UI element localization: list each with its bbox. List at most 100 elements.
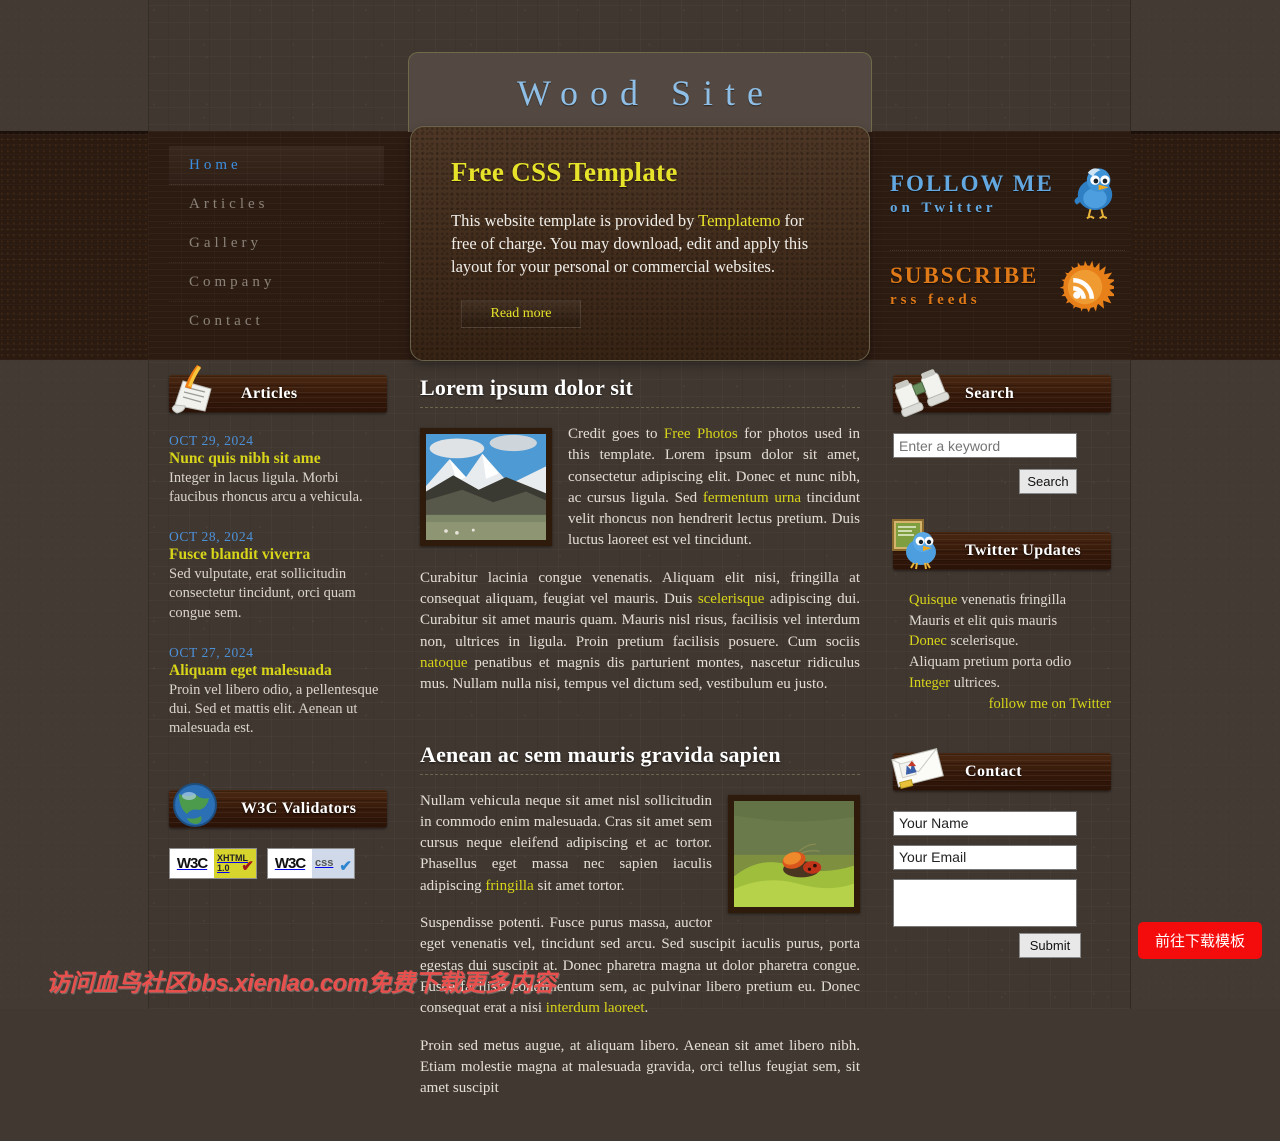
quill-scroll-icon xyxy=(171,365,212,414)
contact-message-field[interactable] xyxy=(893,878,1077,927)
w3c-css-label: css ✔ xyxy=(312,849,354,878)
post-1-p1a: Credit goes to xyxy=(568,426,664,442)
contact-email-field[interactable] xyxy=(893,844,1077,870)
rss-feed-icon xyxy=(1059,259,1114,313)
templatemo-link[interactable]: Templatemo xyxy=(698,211,780,230)
article-title-link[interactable]: Aliquam eget malesuada xyxy=(169,662,332,679)
feature-box: Free CSS Template This website template … xyxy=(410,126,870,361)
right-sidebar: Search Search Twitter Updates Quisqu xyxy=(891,369,1111,958)
feature-heading: Free CSS Template xyxy=(451,157,678,187)
site-title-panel: Wood Site xyxy=(408,52,872,132)
article-list-item[interactable]: OCT 27, 2024 Aliquam eget malesuada Proi… xyxy=(169,645,387,738)
fringilla-link[interactable]: fringilla xyxy=(485,878,533,894)
mountain-landscape-photo xyxy=(420,428,552,546)
twitter-update-link[interactable]: Donec xyxy=(909,633,947,649)
w3c-xhtml-line2: 1.0 xyxy=(217,862,230,873)
post-1-heading: Lorem ipsum dolor sit xyxy=(420,375,634,400)
contact-name-field[interactable] xyxy=(893,810,1077,836)
twitter-update-link[interactable]: Quisque xyxy=(909,592,957,608)
fermentum-urna-link[interactable]: fermentum urna xyxy=(703,490,801,506)
natoque-link[interactable]: natoque xyxy=(420,655,467,671)
nav-item-articles[interactable]: Articles xyxy=(169,185,384,224)
twitter-update-item: Mauris et elit quis mauris xyxy=(909,611,1111,632)
nav-item-company[interactable]: Company xyxy=(169,263,384,302)
subscribe-block[interactable]: SUBSCRIBE rss feeds xyxy=(890,259,1125,313)
article-title-link[interactable]: Fusce blandit viverra xyxy=(169,546,310,563)
twitter-update-item: Quisque venenatis fringilla xyxy=(909,590,1111,611)
article-title[interactable]: Nunc quis nibh sit ame xyxy=(169,450,387,468)
contact-submit-button[interactable]: Submit xyxy=(1019,932,1081,958)
nav-item-gallery[interactable]: Gallery xyxy=(169,224,384,263)
twitter-update-text: ultrices. xyxy=(950,674,1000,691)
twitter-update-link[interactable]: Integer xyxy=(909,675,950,691)
site-title: Wood Site xyxy=(516,72,776,113)
twitter-update-item: Donec scelerisque. xyxy=(909,631,1111,652)
w3c-xhtml-label: XHTML 1.0 ✔ xyxy=(214,849,256,878)
twitter-follow-row: follow me on Twitter xyxy=(893,695,1111,713)
validator-badges: W3C XHTML 1.0 ✔ W3C css ✔ xyxy=(169,848,387,879)
article-title[interactable]: Aliquam eget malesuada xyxy=(169,662,387,680)
nav-item-home[interactable]: Home xyxy=(169,146,384,185)
nav-item-contact[interactable]: Contact xyxy=(169,302,384,341)
watermark-text: 访问血鸟社区bbs.xienIao.com免费下载更多内容 xyxy=(46,970,556,997)
post-1-paragraph-2: Curabitur lacinia congue venenatis. Aliq… xyxy=(420,568,860,696)
w3c-mark: W3C xyxy=(268,849,312,878)
article-date: OCT 27, 2024 xyxy=(169,644,254,660)
twitter-bird-board-icon xyxy=(892,519,936,570)
follow-me-block[interactable]: FOLLOW ME on Twitter xyxy=(890,168,1125,220)
twitter-bird-icon xyxy=(1074,168,1113,220)
search-input[interactable] xyxy=(893,433,1077,458)
article-list-item[interactable]: OCT 28, 2024 Fusce blandit viverra Sed v… xyxy=(169,529,387,622)
main-navigation[interactable]: Home Articles Gallery Company Contact xyxy=(169,146,384,341)
articles-widget-header: Articles xyxy=(169,365,387,414)
article-date: OCT 29, 2024 xyxy=(169,433,254,448)
twitter-update-text: Aliquam pretium porta odio xyxy=(909,654,1072,671)
w3c-css-line1: css xyxy=(315,856,334,869)
left-sidebar: Articles OCT 29, 2024 Nunc quis nibh sit… xyxy=(169,365,387,879)
twitter-update-item: Integer ultrices. xyxy=(909,673,1111,694)
article-title[interactable]: Fusce blandit viverra xyxy=(169,546,387,564)
post-2-p1b: sit amet tortor. xyxy=(533,877,625,894)
feature-text: This website template is provided by Tem… xyxy=(451,210,831,278)
free-photos-link[interactable]: Free Photos xyxy=(664,426,738,442)
check-icon: ✔ xyxy=(241,858,254,876)
article-excerpt: Integer in lacus ligula. Morbi faucibus … xyxy=(169,470,363,506)
post-2-p2b: . xyxy=(644,1000,649,1017)
download-template-button[interactable]: 前往下载模板 xyxy=(1138,922,1262,959)
search-button[interactable]: Search xyxy=(1019,469,1077,494)
article-excerpt: Proin vel libero odio, a pellentesque du… xyxy=(169,681,379,736)
twitter-update-text: venenatis fringilla xyxy=(957,592,1067,608)
twitter-update-text: Mauris et elit quis mauris xyxy=(909,612,1058,629)
feature-text-before: This website template is provided by xyxy=(451,211,699,230)
search-widget-header: Search xyxy=(893,369,1111,418)
article-list-item[interactable]: OCT 29, 2024 Nunc quis nibh sit ame Inte… xyxy=(169,433,387,507)
scelerisque-link[interactable]: scelerisque xyxy=(698,591,765,607)
check-icon: ✔ xyxy=(339,858,352,876)
post-2-divider xyxy=(420,773,860,775)
main-content: Lorem ipsum dolor sit Credit goes to Fre… xyxy=(420,375,860,1141)
post-2-paragraph-3: Proin sed metus augue, at aliquam libero… xyxy=(420,1037,860,1097)
read-more-button[interactable]: Read more xyxy=(461,300,581,329)
banner-divider xyxy=(890,250,1125,251)
envelope-icon xyxy=(891,747,944,789)
globe-icon xyxy=(173,783,217,827)
twitter-update-text: scelerisque. xyxy=(946,633,1019,650)
follow-me-on-twitter-link[interactable]: follow me on Twitter xyxy=(989,696,1111,712)
w3c-mark: W3C xyxy=(170,849,214,878)
twitter-widget-header: Twitter Updates xyxy=(892,519,1111,570)
post-1-p2c: penatibus et magnis dis parturient monte… xyxy=(420,654,860,693)
w3c-xhtml-badge[interactable]: W3C XHTML 1.0 ✔ xyxy=(169,848,257,879)
post-2-heading: Aenean ac sem mauris gravida sapien xyxy=(420,741,781,767)
binoculars-icon xyxy=(894,369,950,418)
twitter-updates-list: Quisque venenatis fringilla Mauris et el… xyxy=(893,590,1111,694)
article-date: OCT 28, 2024 xyxy=(169,529,254,545)
article-title-link[interactable]: Nunc quis nibh sit ame xyxy=(169,450,321,467)
post-2: Aenean ac sem mauris gravida sapien Null… xyxy=(420,742,860,1116)
contact-widget-header: Contact xyxy=(891,747,1111,791)
post-1: Lorem ipsum dolor sit Credit goes to Fre… xyxy=(420,375,860,712)
twitter-update-item: Aliquam pretium porta odio xyxy=(909,652,1111,673)
w3c-css-badge[interactable]: W3C css ✔ xyxy=(267,848,355,879)
validators-widget-header: W3C Validators xyxy=(169,783,387,828)
article-excerpt: Sed vulputate, erat sollicitudin consect… xyxy=(169,566,356,621)
interdum-laoreet-link[interactable]: interdum laoreet xyxy=(546,1000,645,1016)
